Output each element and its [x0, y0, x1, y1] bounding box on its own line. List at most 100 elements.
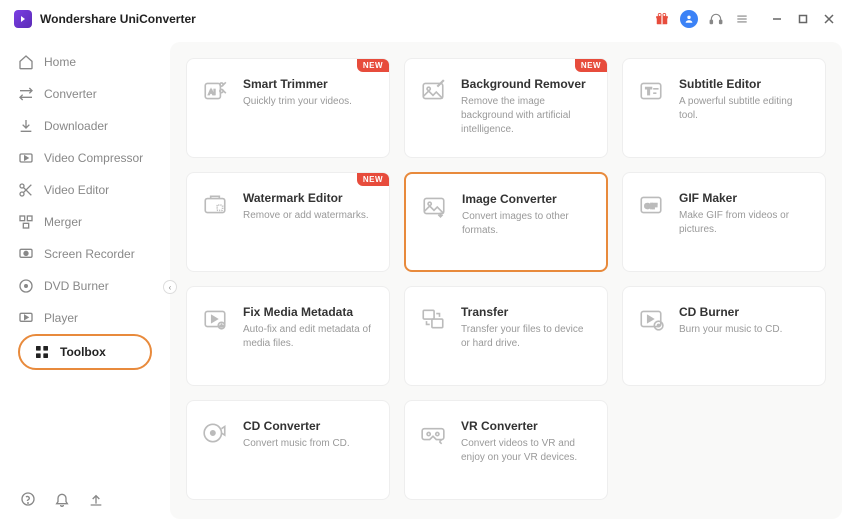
new-badge: NEW	[357, 173, 389, 186]
sidebar-item-label: Screen Recorder	[44, 247, 135, 261]
image-converter-icon	[420, 192, 448, 220]
sidebar-item-editor[interactable]: Video Editor	[0, 174, 170, 206]
subtitle-editor-icon: T	[637, 77, 665, 105]
sidebar-item-label: Merger	[44, 215, 82, 229]
toolbox-icon	[34, 344, 50, 360]
svg-text:T: T	[646, 86, 652, 97]
sidebar-item-dvd[interactable]: DVD Burner	[0, 270, 170, 302]
svg-text:GIF: GIF	[645, 201, 658, 210]
gif-maker-icon: GIF	[637, 191, 665, 219]
dvd-icon	[18, 278, 34, 294]
card-desc: Auto-fix and edit metadata of media file…	[243, 323, 375, 351]
sidebar-item-home[interactable]: Home	[0, 46, 170, 78]
sidebar-item-label: Downloader	[44, 119, 108, 133]
titlebar: Wondershare UniConverter	[0, 0, 850, 38]
card-desc: A powerful subtitle editing tool.	[679, 95, 811, 123]
card-fix-metadata[interactable]: Fix Media Metadata Auto-fix and edit met…	[186, 286, 390, 386]
bell-icon[interactable]	[54, 491, 70, 507]
sidebar-item-compressor[interactable]: Video Compressor	[0, 142, 170, 174]
menu-icon[interactable]	[734, 11, 750, 27]
card-title: Smart Trimmer	[243, 77, 352, 91]
card-title: Subtitle Editor	[679, 77, 811, 91]
card-background-remover[interactable]: NEW Background Remover Remove the image …	[404, 58, 608, 158]
merger-icon	[18, 214, 34, 230]
close-button[interactable]	[822, 12, 836, 26]
scissors-icon	[18, 182, 34, 198]
maximize-button[interactable]	[796, 12, 810, 26]
new-badge: NEW	[357, 59, 389, 72]
card-desc: Convert videos to VR and enjoy on your V…	[461, 437, 593, 465]
converter-icon	[18, 86, 34, 102]
card-title: Background Remover	[461, 77, 593, 91]
compressor-icon	[18, 150, 34, 166]
card-title: Transfer	[461, 305, 593, 319]
card-desc: Remove the image background with artific…	[461, 95, 593, 137]
card-desc: Convert images to other formats.	[462, 210, 592, 238]
sidebar-item-downloader[interactable]: Downloader	[0, 110, 170, 142]
metadata-icon	[201, 305, 229, 333]
home-icon	[18, 54, 34, 70]
upload-icon[interactable]	[88, 491, 104, 507]
recorder-icon	[18, 246, 34, 262]
card-title: VR Converter	[461, 419, 593, 433]
cd-converter-icon	[201, 419, 229, 447]
sidebar-item-converter[interactable]: Converter	[0, 78, 170, 110]
user-avatar-icon[interactable]	[680, 10, 698, 28]
transfer-icon	[419, 305, 447, 333]
card-title: GIF Maker	[679, 191, 811, 205]
content-area: NEW AI Smart Trimmer Quickly trim your v…	[170, 42, 842, 519]
gift-icon[interactable]	[654, 11, 670, 27]
sidebar-item-label: Video Compressor	[44, 151, 143, 165]
card-desc: Quickly trim your videos.	[243, 95, 352, 109]
headset-icon[interactable]	[708, 11, 724, 27]
sidebar-item-label: DVD Burner	[44, 279, 109, 293]
player-icon	[18, 310, 34, 326]
sidebar-item-label: Toolbox	[60, 345, 106, 359]
card-title: Fix Media Metadata	[243, 305, 375, 319]
help-icon[interactable]	[20, 491, 36, 507]
card-watermark-editor[interactable]: NEW Watermark Editor Remove or add water…	[186, 172, 390, 272]
card-desc: Burn your music to CD.	[679, 323, 782, 337]
card-desc: Make GIF from videos or pictures.	[679, 209, 811, 237]
background-remover-icon	[419, 77, 447, 105]
sidebar-item-label: Player	[44, 311, 78, 325]
card-transfer[interactable]: Transfer Transfer your files to device o…	[404, 286, 608, 386]
cd-burner-icon	[637, 305, 665, 333]
card-title: CD Burner	[679, 305, 782, 319]
app-title: Wondershare UniConverter	[40, 12, 196, 26]
card-gif-maker[interactable]: GIF GIF Maker Make GIF from videos or pi…	[622, 172, 826, 272]
watermark-editor-icon	[201, 191, 229, 219]
sidebar-item-merger[interactable]: Merger	[0, 206, 170, 238]
smart-trimmer-icon: AI	[201, 77, 229, 105]
window-controls	[770, 12, 836, 26]
sidebar-item-label: Home	[44, 55, 76, 69]
new-badge: NEW	[575, 59, 607, 72]
download-icon	[18, 118, 34, 134]
card-cd-converter[interactable]: CD Converter Convert music from CD.	[186, 400, 390, 500]
sidebar-item-label: Video Editor	[44, 183, 109, 197]
card-title: Watermark Editor	[243, 191, 369, 205]
card-title: CD Converter	[243, 419, 350, 433]
svg-text:AI: AI	[209, 87, 216, 96]
sidebar: Home Converter Downloader Video Compress…	[0, 38, 170, 527]
sidebar-item-player[interactable]: Player	[0, 302, 170, 334]
card-vr-converter[interactable]: VR Converter Convert videos to VR and en…	[404, 400, 608, 500]
titlebar-actions	[654, 10, 836, 28]
card-desc: Transfer your files to device or hard dr…	[461, 323, 593, 351]
card-title: Image Converter	[462, 192, 592, 206]
card-subtitle-editor[interactable]: T Subtitle Editor A powerful subtitle ed…	[622, 58, 826, 158]
sidebar-bottom	[0, 479, 170, 519]
sidebar-item-toolbox[interactable]: Toolbox	[18, 334, 152, 370]
card-desc: Convert music from CD.	[243, 437, 350, 451]
card-image-converter[interactable]: Image Converter Convert images to other …	[404, 172, 608, 272]
sidebar-collapse-button[interactable]: ‹	[163, 280, 177, 294]
vr-converter-icon	[419, 419, 447, 447]
minimize-button[interactable]	[770, 12, 784, 26]
app-logo	[14, 10, 32, 28]
card-desc: Remove or add watermarks.	[243, 209, 369, 223]
tool-grid: NEW AI Smart Trimmer Quickly trim your v…	[186, 58, 826, 500]
sidebar-item-recorder[interactable]: Screen Recorder	[0, 238, 170, 270]
card-cd-burner[interactable]: CD Burner Burn your music to CD.	[622, 286, 826, 386]
card-smart-trimmer[interactable]: NEW AI Smart Trimmer Quickly trim your v…	[186, 58, 390, 158]
sidebar-item-label: Converter	[44, 87, 97, 101]
